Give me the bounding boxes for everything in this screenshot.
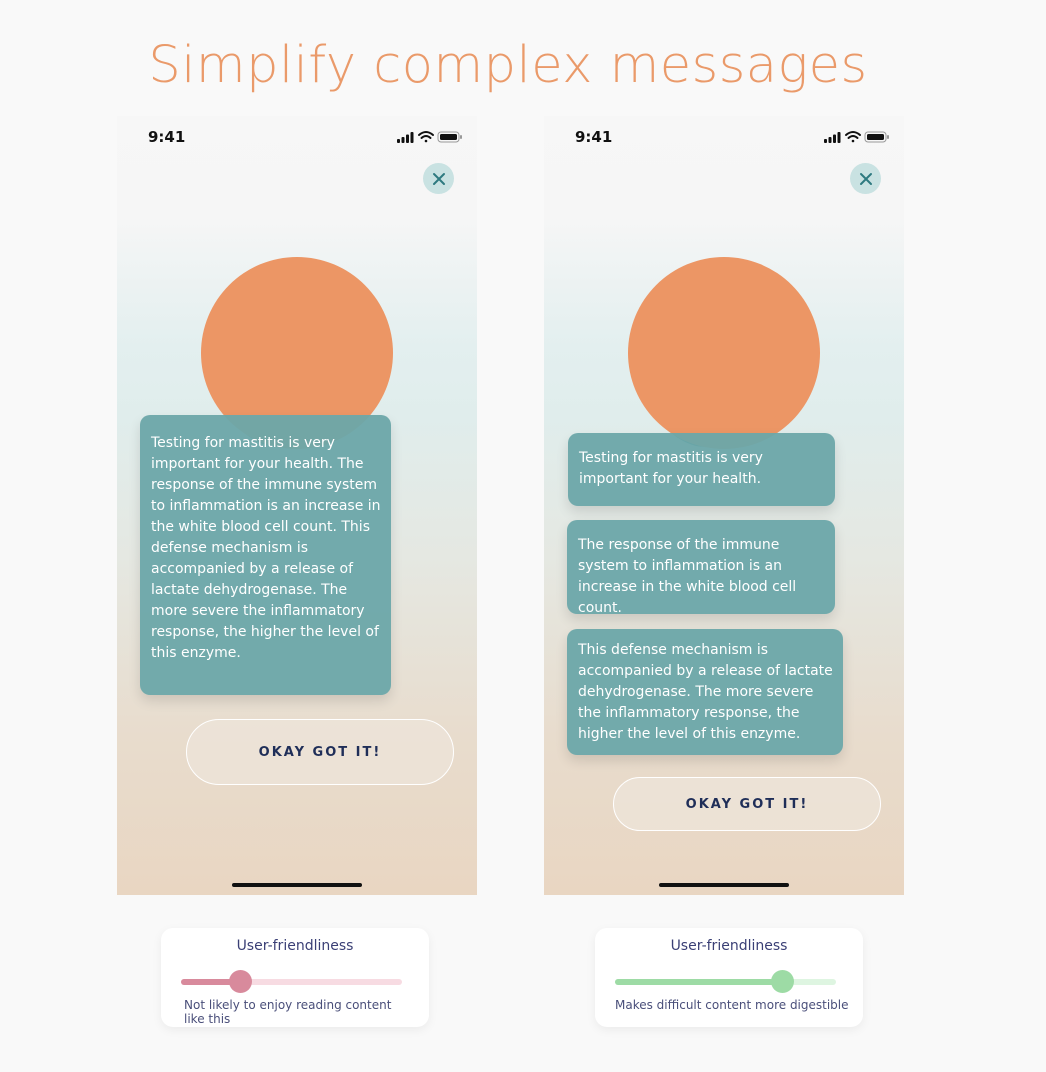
message-bubble: This defense mechanism is accompanied by… — [567, 629, 843, 755]
rating-caption: Makes difficult content more digestible — [615, 998, 849, 1012]
status-icons — [397, 131, 462, 143]
message-text: Testing for mastitis is very important f… — [579, 450, 763, 487]
wifi-icon — [418, 131, 434, 143]
home-indicator — [659, 883, 789, 887]
battery-icon — [864, 131, 889, 143]
message-text: Testing for mastitis is very important f… — [151, 435, 381, 661]
wifi-icon — [845, 131, 861, 143]
status-time: 9:41 — [148, 128, 186, 146]
battery-icon — [437, 131, 462, 143]
sticker-blob-illustration — [628, 257, 820, 449]
phone-screen-before: 9:41 Testing for mastitis is very import… — [117, 116, 477, 895]
message-bubble: Testing for mastitis is very important f… — [568, 433, 835, 506]
home-indicator — [232, 883, 362, 887]
rating-card-after: User-friendliness Makes difficult conten… — [595, 928, 863, 1027]
message-bubble: Testing for mastitis is very important f… — [140, 415, 391, 695]
close-button[interactable] — [850, 163, 881, 194]
okay-got-it-button[interactable]: OKAY GOT IT! — [613, 777, 881, 831]
rating-card-before: User-friendliness Not likely to enjoy re… — [161, 928, 429, 1027]
slider-thumb[interactable] — [229, 970, 253, 993]
rating-title: User-friendliness — [670, 938, 788, 954]
message-bubble: The response of the immune system to inf… — [567, 520, 835, 616]
status-icons — [824, 131, 889, 143]
rating-caption: Not likely to enjoy reading content like… — [184, 998, 392, 1026]
signal-icon — [397, 132, 414, 143]
slider-fill — [615, 979, 783, 985]
message-text: The response of the immune system to inf… — [578, 537, 797, 616]
slider-thumb[interactable] — [771, 970, 795, 993]
okay-got-it-button[interactable]: OKAY GOT IT! — [186, 719, 454, 785]
close-button[interactable] — [423, 163, 454, 194]
page-headline: Simplify complex messages — [148, 36, 868, 95]
rating-title: User-friendliness — [236, 938, 354, 954]
signal-icon — [824, 132, 841, 143]
close-icon — [432, 172, 445, 185]
close-icon — [859, 172, 872, 185]
message-text: This defense mechanism is accompanied by… — [578, 642, 833, 742]
status-time: 9:41 — [575, 128, 613, 146]
okay-got-it-label: OKAY GOT IT! — [258, 744, 382, 760]
phone-screen-after: 9:41 Testing for mastitis is very import… — [544, 116, 904, 895]
okay-got-it-label: OKAY GOT IT! — [685, 796, 809, 812]
